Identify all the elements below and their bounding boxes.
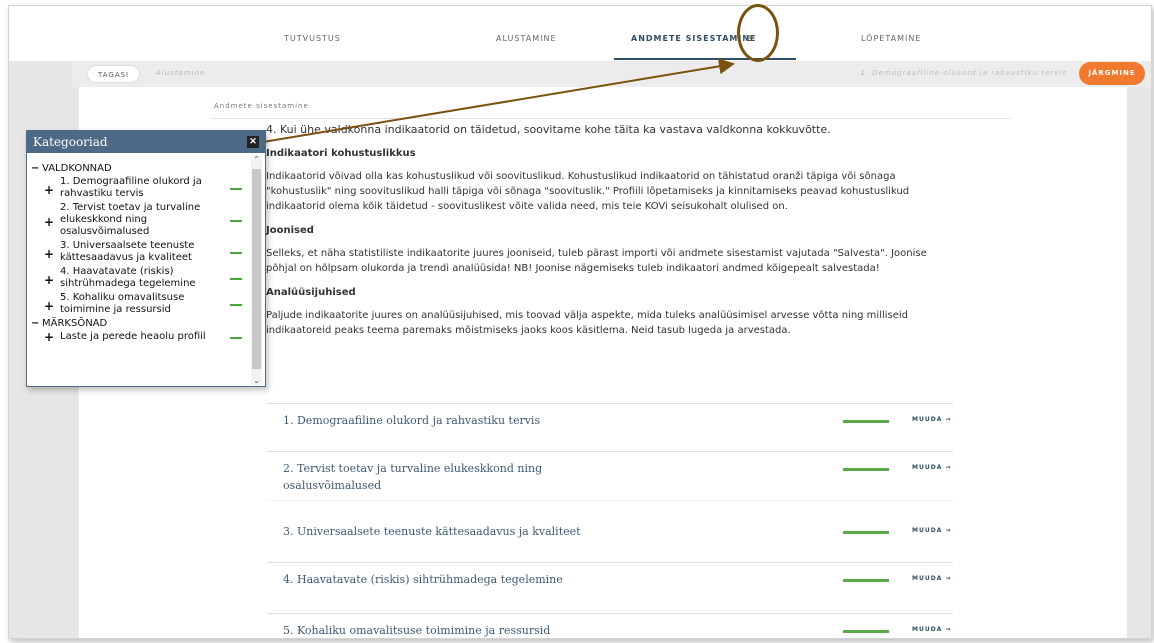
panel-title: Kategooriad — [33, 135, 108, 149]
tree-node[interactable]: + 2. Tervist toetav ja turvaline elukesk… — [31, 202, 251, 240]
plus-icon[interactable]: + — [44, 331, 54, 343]
plus-icon[interactable]: + — [44, 184, 54, 196]
group-label: VALDKONNAD — [42, 163, 112, 174]
group-label: MÄRKSÕNAD — [42, 318, 108, 329]
scroll-down-icon[interactable]: ⌄ — [251, 376, 262, 385]
tree-group-marksonad[interactable]: − MÄRKSÕNAD — [31, 318, 251, 331]
tree-node[interactable]: + 4. Haavatavate (riskis) sihtrühmadega … — [31, 266, 251, 292]
status-dash — [230, 252, 242, 254]
collapse-icon[interactable]: − — [31, 163, 39, 175]
node-label: 5. Kohaliku omavalitsuse toimimine ja re… — [60, 292, 185, 315]
tree-node[interactable]: + 1. Demograafiline olukord ja rahvastik… — [31, 176, 251, 202]
plus-icon[interactable]: + — [44, 248, 54, 260]
node-label: 4. Haavatavate (riskis) sihtrühmadega te… — [60, 266, 196, 289]
node-label: Laste ja perede heaolu profiil — [60, 331, 206, 342]
tree-node[interactable]: + Laste ja perede heaolu profiil — [31, 331, 251, 345]
category-tree: − VALDKONNAD + 1. Demograafiline olukord… — [31, 163, 251, 345]
status-dash — [230, 337, 242, 339]
status-dash — [230, 220, 242, 222]
node-label: 3. Universaalsete teenuste kättesaadavus… — [60, 240, 195, 263]
tree-group-valdkonnad[interactable]: − VALDKONNAD — [31, 163, 251, 176]
collapse-icon[interactable]: − — [31, 318, 39, 330]
tree-node[interactable]: + 5. Kohaliku omavalitsuse toimimine ja … — [31, 292, 251, 318]
close-icon[interactable]: ✕ — [247, 136, 259, 148]
panel-scrollbar[interactable]: ⌃ ⌄ — [251, 155, 262, 385]
panel-header[interactable]: Kategooriad ✕ — [27, 131, 265, 153]
scroll-up-icon[interactable]: ⌃ — [251, 155, 262, 164]
status-dash — [230, 304, 242, 306]
categories-panel[interactable]: Kategooriad ✕ − VALDKONNAD + 1. Demograa… — [26, 130, 266, 387]
tree-node[interactable]: + 3. Universaalsete teenuste kättesaadav… — [31, 240, 251, 266]
plus-icon[interactable]: + — [44, 300, 54, 312]
plus-icon[interactable]: + — [44, 274, 54, 286]
scroll-thumb[interactable] — [252, 169, 261, 369]
node-label: 2. Tervist toetav ja turvaline elukeskko… — [60, 202, 201, 237]
status-dash — [230, 188, 242, 190]
node-label: 1. Demograafiline olukord ja rahvastiku … — [60, 176, 202, 199]
plus-icon[interactable]: + — [44, 216, 54, 228]
status-dash — [230, 278, 242, 280]
